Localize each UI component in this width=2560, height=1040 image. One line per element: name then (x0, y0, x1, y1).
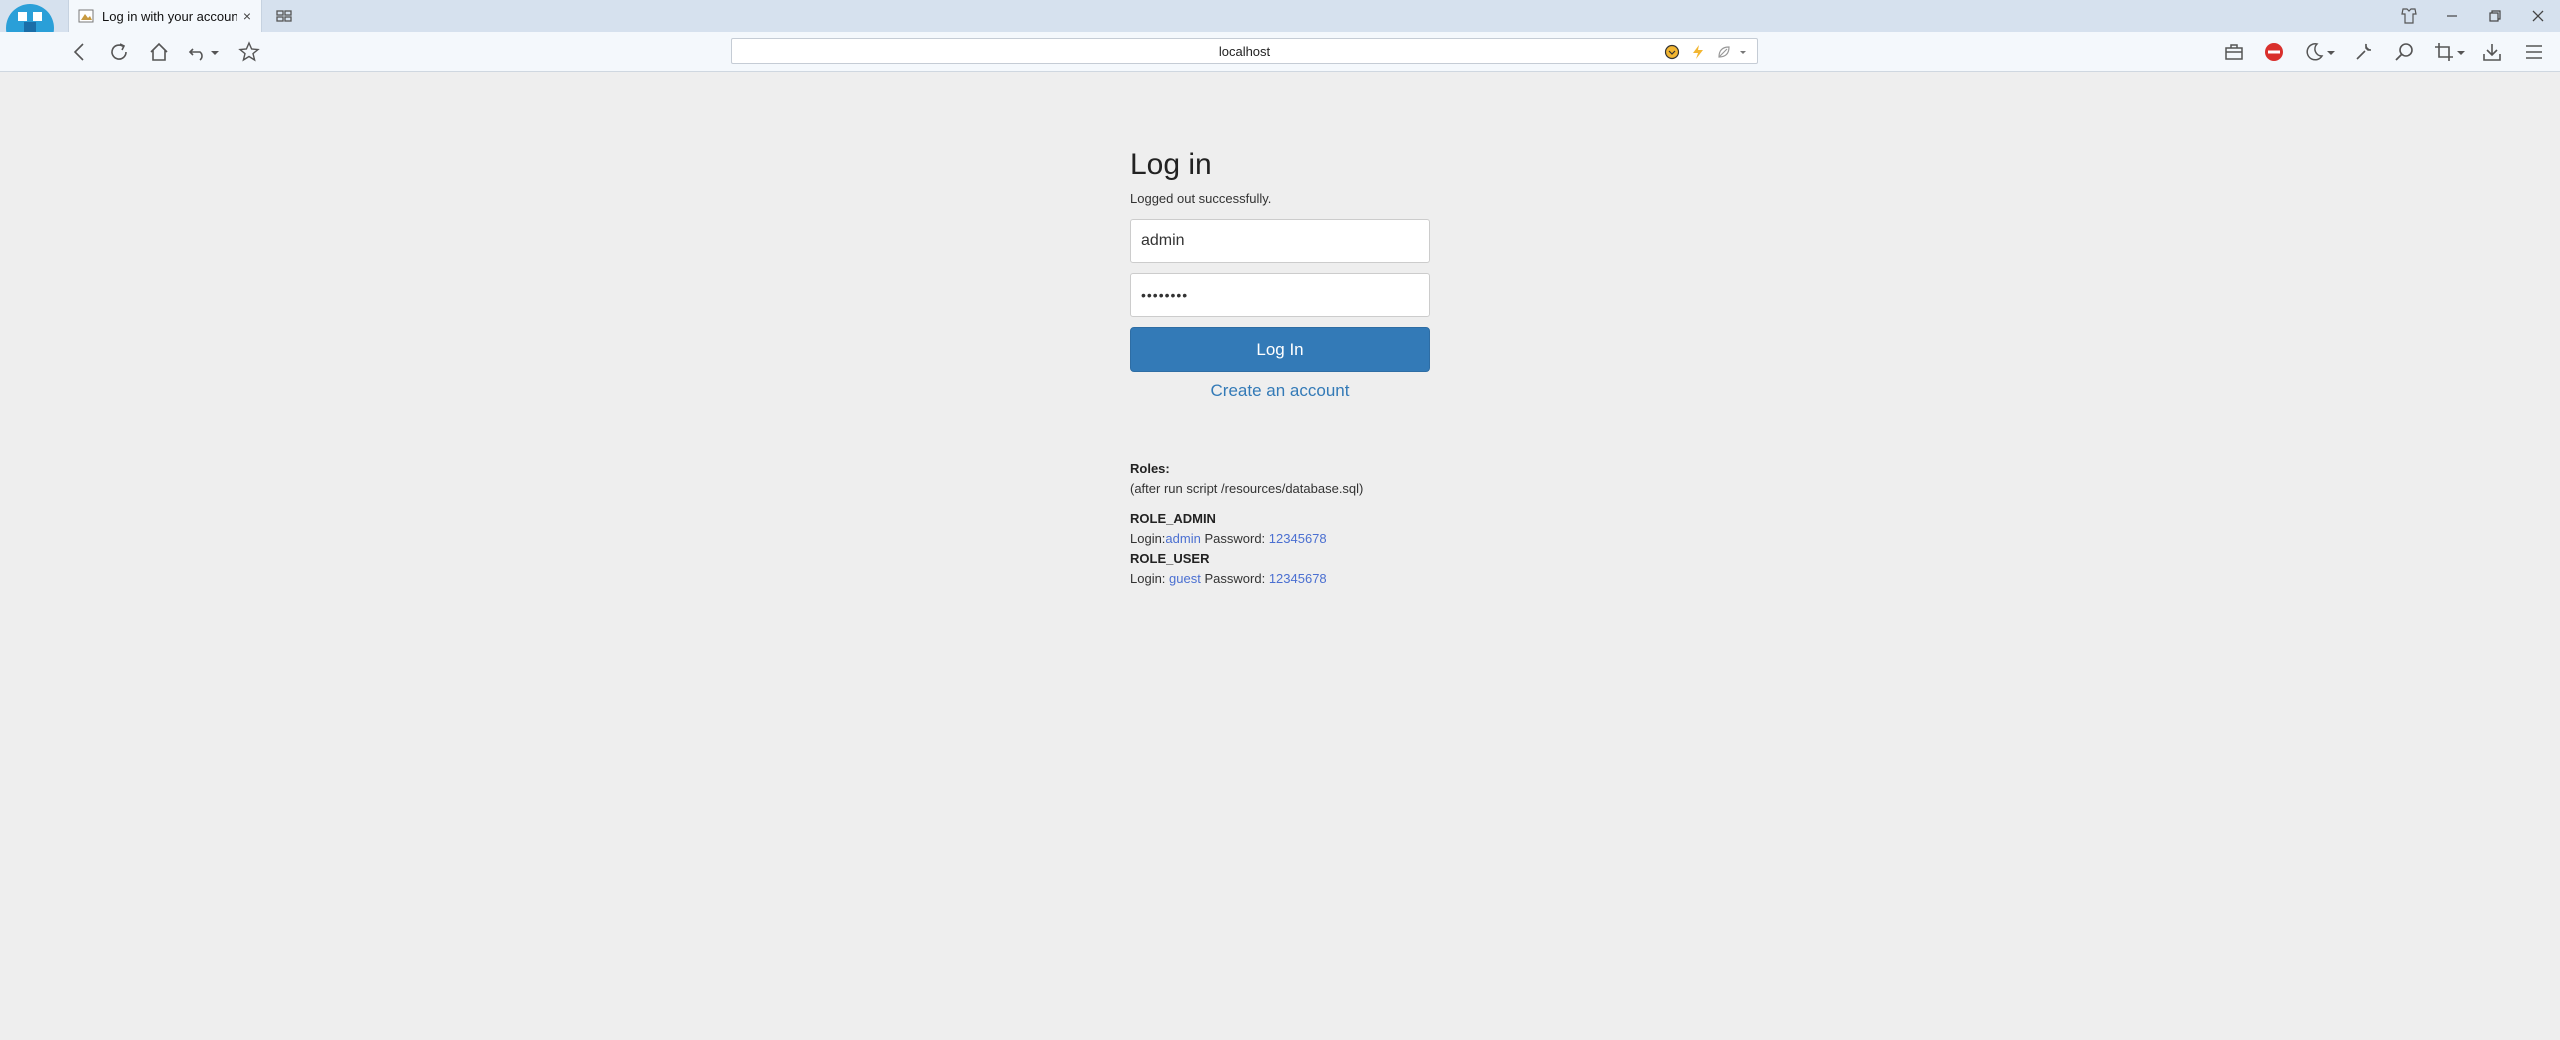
menu-icon[interactable] (2522, 40, 2546, 64)
address-url[interactable]: localhost (732, 44, 1757, 59)
undo-dropdown-icon[interactable] (208, 40, 222, 64)
bookmark-star-icon[interactable] (237, 40, 261, 64)
username-input[interactable] (1130, 219, 1430, 263)
active-tab[interactable]: Log in with your account × (68, 0, 262, 32)
tab-grid-icon[interactable] (274, 6, 294, 26)
adblock-icon[interactable] (2262, 40, 2286, 64)
password-label: Password: (1204, 531, 1266, 546)
restore-icon[interactable] (2480, 4, 2510, 28)
download-icon[interactable] (2480, 40, 2504, 64)
undo-icon[interactable] (186, 40, 210, 64)
tab-strip: Log in with your account × (0, 0, 2560, 60)
page-title: Log in (1130, 148, 1212, 181)
crop-dropdown-icon[interactable] (2454, 40, 2468, 64)
close-window-icon[interactable] (2523, 4, 2553, 28)
role-credentials: Login:admin Password: 12345678 (1130, 529, 1530, 549)
clothes-icon[interactable] (2394, 4, 2424, 28)
tab-close-button[interactable]: × (237, 8, 257, 24)
create-account-link[interactable]: Create an account (1130, 381, 1430, 401)
login-label: Login: (1130, 531, 1166, 546)
crop-icon[interactable] (2432, 40, 2456, 64)
roles-title: Roles: (1130, 461, 1170, 476)
shield-ext-icon[interactable] (1663, 43, 1681, 61)
url-dropdown-icon[interactable] (1737, 43, 1749, 61)
search-zoom-icon[interactable] (2392, 40, 2416, 64)
password-input[interactable] (1130, 273, 1430, 317)
logout-message: Logged out successfully. (1130, 191, 1272, 206)
home-icon[interactable] (147, 40, 171, 64)
leaf-ext-icon[interactable] (1715, 43, 1733, 61)
login-value-link[interactable]: guest (1169, 571, 1201, 586)
tab-title: Log in with your account (102, 8, 237, 24)
roles-info: Roles: (after run script /resources/data… (1130, 459, 1530, 589)
moon-dropdown-icon[interactable] (2324, 40, 2338, 64)
toolbox-icon[interactable] (2222, 40, 2246, 64)
role-name: ROLE_ADMIN (1130, 511, 1216, 526)
minimize-icon[interactable] (2437, 4, 2467, 28)
tab-favicon (78, 9, 94, 23)
address-bar[interactable]: localhost (731, 38, 1758, 64)
password-label: Password: (1204, 571, 1266, 586)
lightning-ext-icon[interactable] (1689, 43, 1707, 61)
moon-icon[interactable] (2302, 40, 2326, 64)
password-value-link[interactable]: 12345678 (1269, 531, 1327, 546)
login-value-link[interactable]: admin (1165, 531, 1200, 546)
page-content: Log in Logged out successfully. Log In C… (0, 73, 2560, 1040)
back-icon[interactable] (68, 40, 92, 64)
login-button[interactable]: Log In (1130, 327, 1430, 372)
password-value-link[interactable]: 12345678 (1269, 571, 1327, 586)
roles-note: (after run script /resources/database.sq… (1130, 481, 1364, 496)
login-label: Login: (1130, 571, 1166, 586)
role-name: ROLE_USER (1130, 551, 1210, 566)
role-credentials: Login: guest Password: 12345678 (1130, 569, 1530, 589)
reload-icon[interactable] (107, 40, 131, 64)
login-form: Log in Logged out successfully. Log In C… (1130, 148, 1430, 401)
wrench-icon[interactable] (2352, 40, 2376, 64)
